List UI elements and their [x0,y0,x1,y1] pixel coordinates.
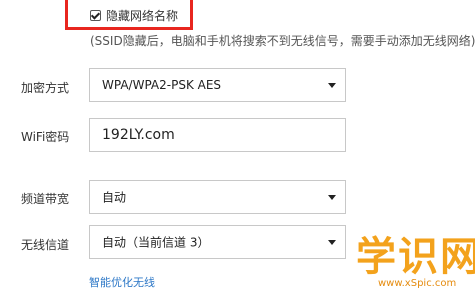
channel-value: 自动（当前信道 3） [102,235,210,250]
hide-ssid-label: 隐藏网络名称 [106,9,179,23]
wifi-password-value: 192LY.com [102,127,175,143]
bandwidth-select[interactable]: 自动 [89,180,346,214]
encryption-value: WPA/WPA2-PSK AES [102,78,222,92]
encryption-select[interactable]: WPA/WPA2-PSK AES [89,68,346,102]
watermark-url: www.xSpic.com [378,278,457,289]
chevron-down-icon [328,240,336,245]
bandwidth-value: 自动 [102,190,127,205]
watermark-text: 学识网 [356,234,475,280]
encryption-label: 加密方式 [21,81,70,95]
channel-label: 无线信道 [21,238,70,252]
watermark-logo: 学识网 www.xSpic.com [356,224,475,295]
wifi-password-input[interactable]: 192LY.com [89,118,346,152]
hide-ssid-note: (SSID隐藏后，电脑和手机将搜索不到无线信号，需要手动添加无线网络) [90,34,475,48]
bandwidth-label: 频道带宽 [21,192,70,206]
wifi-password-label: WiFi密码 [21,130,70,144]
chevron-down-icon [328,195,336,200]
hide-ssid-checkbox[interactable] [90,10,101,21]
smart-optimize-link[interactable]: 智能优化无线 [89,274,155,290]
chevron-down-icon [328,83,336,88]
channel-select[interactable]: 自动（当前信道 3） [89,225,346,259]
